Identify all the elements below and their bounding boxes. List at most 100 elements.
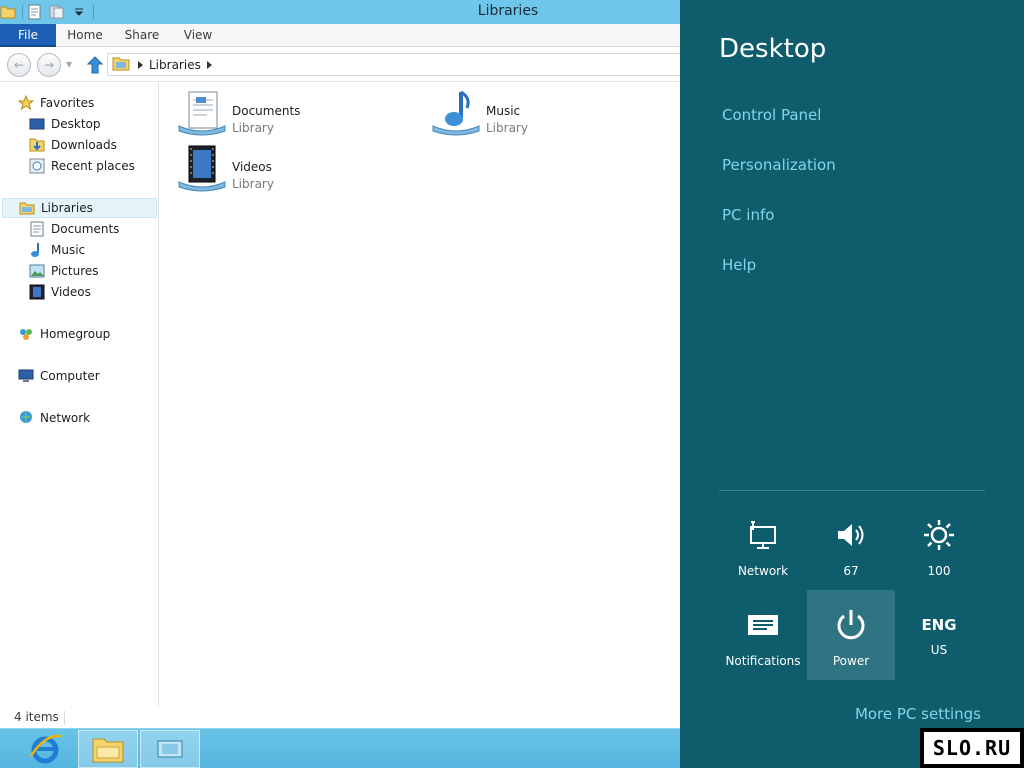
charm-title: Desktop [719, 34, 827, 64]
power-tile[interactable]: Power [807, 590, 895, 680]
documents-library-icon [178, 91, 226, 136]
nav-label: Computer [40, 369, 100, 383]
nav-videos[interactable]: Videos [29, 282, 91, 302]
breadcrumb-libraries[interactable]: Libraries [149, 58, 201, 72]
pictures-icon [29, 263, 45, 279]
control-panel-link[interactable]: Control Panel [722, 106, 821, 124]
address-bar: ← → ▼ Libraries [0, 48, 680, 82]
library-name: Documents [232, 104, 301, 118]
breadcrumb-chevron-icon[interactable] [206, 60, 212, 69]
arrow-left-icon: ← [13, 58, 25, 72]
nav-libraries[interactable]: Libraries [2, 198, 157, 218]
desktop-icon [29, 116, 45, 132]
nav-computer[interactable]: Computer [18, 366, 100, 386]
nav-desktop[interactable]: Desktop [29, 114, 101, 134]
tile-label: Notifications [725, 654, 801, 668]
homegroup-icon [18, 326, 34, 342]
nav-label: Downloads [51, 138, 117, 152]
brightness-value: 100 [927, 564, 951, 578]
nav-label: Pictures [51, 264, 99, 278]
nav-recent-places[interactable]: Recent places [29, 156, 135, 176]
explorer-window: Libraries File Home Share View ← → ▼ Lib… [0, 0, 680, 728]
tab-view[interactable]: View [176, 24, 220, 47]
personalization-link[interactable]: Personalization [722, 156, 836, 174]
arrow-right-icon: → [43, 58, 55, 72]
navigation-pane: Favorites Desktop Downloads Recent place… [0, 83, 159, 707]
nav-label: Recent places [51, 159, 135, 173]
nav-music[interactable]: Music [29, 240, 85, 260]
library-type: Library [232, 177, 274, 191]
nav-documents[interactable]: Documents [29, 219, 119, 239]
notifications-tile[interactable]: Notifications [719, 590, 807, 680]
tile-label: Network [737, 564, 789, 578]
brightness-tile[interactable]: 100 [895, 500, 983, 590]
language-region: US [930, 643, 948, 657]
library-type: Library [486, 121, 528, 135]
music-library-icon [432, 90, 480, 136]
volume-icon [838, 524, 864, 546]
library-name: Videos [232, 160, 272, 174]
nav-homegroup[interactable]: Homegroup [18, 324, 110, 344]
recent-locations-chevron-icon[interactable]: ▼ [66, 60, 72, 69]
videos-library-icon [178, 145, 226, 192]
desktop-switch-button[interactable] [140, 730, 200, 768]
tab-share[interactable]: Share [120, 24, 164, 47]
status-bar: 4 items [0, 707, 680, 728]
network-icon [18, 410, 34, 426]
pc-info-link[interactable]: PC info [722, 206, 774, 224]
documents-icon [29, 221, 45, 237]
back-button[interactable]: ← [7, 53, 31, 77]
nav-label: Libraries [41, 201, 93, 215]
nav-label: Desktop [51, 117, 101, 131]
watermark-text: SLO.RU [924, 732, 1020, 764]
nav-downloads[interactable]: Downloads [29, 135, 117, 155]
network-icon [750, 521, 776, 549]
item-count: 4 items [14, 710, 59, 724]
star-icon [18, 95, 34, 111]
power-icon [837, 610, 865, 640]
up-button[interactable] [86, 55, 104, 75]
nav-label: Network [40, 411, 91, 425]
library-videos[interactable]: Videos Library [177, 144, 274, 196]
libraries-icon [19, 200, 35, 216]
charm-divider [719, 490, 985, 491]
forward-button[interactable]: → [37, 53, 61, 77]
recent-places-icon [29, 158, 45, 174]
help-link[interactable]: Help [722, 256, 756, 274]
language-code: ENG [921, 616, 957, 634]
music-icon [29, 242, 45, 258]
tab-home[interactable]: Home [62, 24, 108, 47]
file-explorer-button[interactable] [78, 730, 138, 768]
notifications-icon [748, 615, 778, 635]
more-pc-settings-link[interactable]: More PC settings [855, 705, 981, 723]
tab-file[interactable]: File [0, 24, 56, 47]
tile-label: Power [832, 654, 870, 668]
watermark-logo: SLO.RU [920, 728, 1024, 768]
nav-label: Homegroup [40, 327, 111, 341]
nav-label: Favorites [40, 96, 95, 110]
nav-network[interactable]: Network [18, 408, 90, 428]
nav-pictures[interactable]: Pictures [29, 261, 99, 281]
nav-label: Documents [51, 222, 120, 236]
internet-explorer-button[interactable] [15, 730, 75, 768]
nav-favorites[interactable]: Favorites [18, 93, 94, 113]
volume-value: 67 [843, 564, 859, 578]
internet-explorer-icon [29, 734, 62, 764]
volume-tile[interactable]: 67 [807, 500, 895, 590]
breadcrumb-chevron-icon[interactable] [138, 60, 143, 69]
network-tile[interactable]: Network [719, 500, 807, 590]
desktop-window-icon [157, 740, 183, 758]
arrow-up-icon [87, 56, 103, 74]
library-music[interactable]: Music Library [431, 88, 528, 140]
nav-label: Videos [51, 285, 91, 299]
computer-icon [18, 368, 34, 384]
address-field[interactable]: Libraries [107, 53, 680, 76]
library-type: Library [232, 121, 274, 135]
library-documents[interactable]: Documents Library [177, 88, 300, 140]
title-bar: Libraries [0, 0, 680, 24]
file-explorer-icon [92, 738, 124, 763]
keyboard-language-tile[interactable]: ENG US [895, 590, 983, 680]
status-separator [64, 711, 65, 725]
brightness-icon [924, 520, 954, 550]
videos-icon [29, 284, 45, 300]
